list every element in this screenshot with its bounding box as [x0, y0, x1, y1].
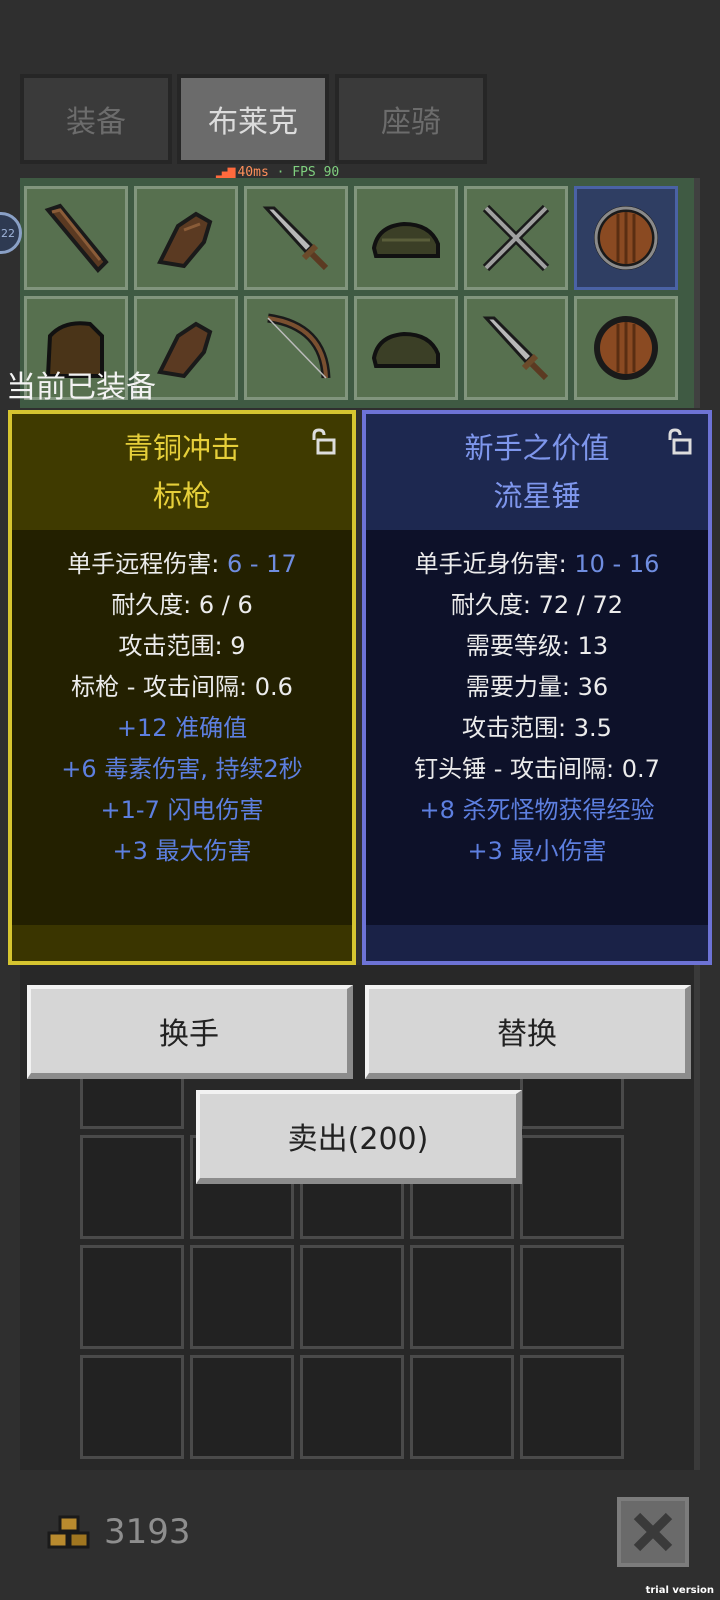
sell-button[interactable]: 卖出(200) [196, 1090, 522, 1184]
stat-attack-speed: 标枪 - 攻击间隔: 0.6 [71, 673, 293, 701]
inventory-slot-empty[interactable] [190, 1355, 294, 1459]
stat-attack-speed: 钉头锤 - 攻击间隔: 0.7 [414, 755, 660, 783]
inventory-slot-empty[interactable] [80, 1355, 184, 1459]
sword-icon [262, 206, 329, 271]
swap-hand-button[interactable]: 换手 [27, 985, 353, 1079]
inventory-slot-crossed-swords[interactable] [464, 186, 568, 290]
item-stats: 单手远程伤害: 6 - 17 耐久度: 6 / 6 攻击范围: 9 标枪 - 攻… [12, 530, 352, 872]
selected-item-card: 新手之价值 流星锤 单手近身伤害: 10 - 16 耐久度: 72 / 72 需… [362, 410, 712, 965]
inventory-slot-empty[interactable] [410, 1355, 514, 1459]
replace-button[interactable]: 替换 [365, 985, 691, 1079]
club-icon [44, 203, 109, 273]
item-name: 青铜冲击 [123, 431, 240, 465]
inventory-slot-sword[interactable] [244, 186, 348, 290]
stat-durability: 耐久度: 6 / 6 [111, 591, 253, 619]
avatar-badge[interactable]: 22 [0, 212, 22, 254]
inventory-slot-empty[interactable] [410, 1245, 514, 1349]
panel-footer [366, 925, 708, 961]
avatar-badge-text: 22 [1, 226, 15, 240]
stat-range: 攻击范围: 3.5 [462, 714, 612, 742]
inventory-slot-shield-selected[interactable] [574, 186, 678, 290]
inventory-slot-cap[interactable] [354, 186, 458, 290]
tab-blake[interactable]: 布莱克 [177, 74, 329, 164]
item-type: 流星锤 [493, 479, 581, 513]
item-name: 新手之价值 [464, 431, 610, 465]
bow-icon [267, 313, 331, 379]
item-title-block: 青铜冲击 标枪 [12, 414, 352, 530]
affix: +3 最小伤害 [467, 837, 607, 865]
item-title-block: 新手之价值 流星锤 [366, 414, 708, 530]
inventory-slot-cap-2[interactable] [354, 296, 458, 400]
sword-icon [482, 316, 549, 381]
item-type: 标枪 [152, 479, 211, 513]
shield-icon [594, 316, 658, 380]
affix: +8 杀死怪物获得经验 [419, 796, 655, 824]
panel-footer [12, 925, 352, 961]
inventory-slot-empty[interactable] [520, 1355, 624, 1459]
equipped-item-card: 青铜冲击 标枪 单手远程伤害: 6 - 17 耐久度: 6 / 6 攻击范围: … [8, 410, 356, 965]
item-stats: 单手近身伤害: 10 - 16 耐久度: 72 / 72 需要等级: 13 需要… [366, 530, 708, 872]
unlock-icon[interactable] [308, 428, 338, 456]
cap-icon [371, 221, 440, 258]
gloves-icon [157, 211, 213, 269]
stat-durability: 耐久度: 72 / 72 [450, 591, 624, 619]
inventory-slot-empty[interactable] [80, 1135, 184, 1239]
crossed-swords-icon [482, 204, 550, 272]
equipped-label: 当前已装备 [6, 370, 156, 405]
gloves-icon [157, 321, 213, 379]
inventory-slot-empty[interactable] [520, 1135, 624, 1239]
affix: +3 最大伤害 [112, 837, 252, 865]
inventory-slot-shield-2[interactable] [574, 296, 678, 400]
inventory-slot-sword-2[interactable] [464, 296, 568, 400]
close-button[interactable] [617, 1497, 689, 1567]
close-icon [633, 1512, 673, 1552]
affix: +6 毒素伤害, 持续2秒 [61, 755, 303, 783]
inventory-slot-bow[interactable] [244, 296, 348, 400]
inventory-slot-club[interactable] [24, 186, 128, 290]
inventory-slot-empty[interactable] [190, 1245, 294, 1349]
gold-amount: 3193 [104, 1512, 191, 1552]
shield-icon [594, 206, 658, 270]
trial-watermark: trial version [645, 1585, 714, 1596]
inventory-slot-empty[interactable] [520, 1245, 624, 1349]
cap-icon [371, 331, 440, 368]
tab-mount[interactable]: 座骑 [335, 74, 487, 164]
inventory-slot-empty[interactable] [300, 1355, 404, 1459]
tab-equipment[interactable]: 装备 [20, 74, 172, 164]
stat-damage: 单手远程伤害: 6 - 17 [67, 550, 297, 578]
affix: +1-7 闪电伤害 [100, 796, 264, 824]
unlock-icon[interactable] [664, 428, 694, 456]
stat-required-strength: 需要力量: 36 [465, 673, 609, 701]
inventory-slot-empty[interactable] [300, 1245, 404, 1349]
stat-required-level: 需要等级: 13 [465, 632, 609, 660]
affix: +12 准确值 [116, 714, 248, 742]
inventory-slot-empty[interactable] [80, 1245, 184, 1349]
inventory-slot-gloves[interactable] [134, 186, 238, 290]
stat-range: 攻击范围: 9 [118, 632, 246, 660]
gold-icon [47, 1515, 90, 1549]
stat-damage: 单手近身伤害: 10 - 16 [414, 550, 660, 578]
